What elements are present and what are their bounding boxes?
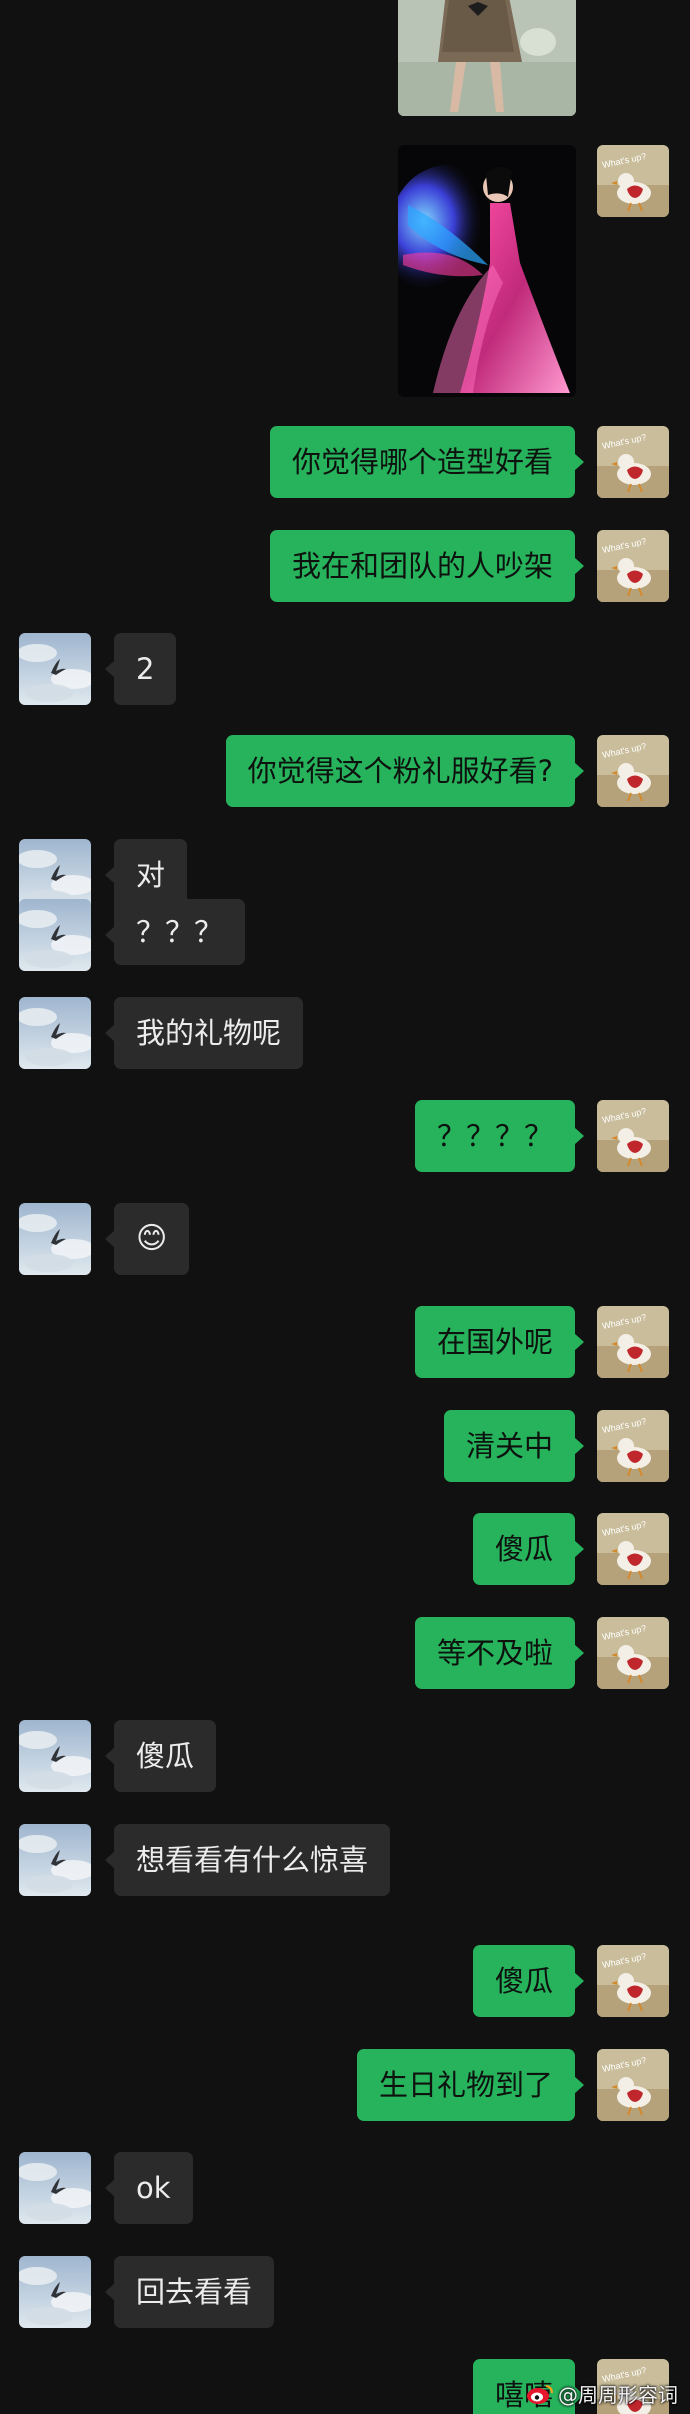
message-bubble[interactable]: 等不及啦: [414, 1617, 585, 1689]
message-bubble[interactable]: 傻瓜: [104, 1720, 217, 1792]
photo-woman-plaid-dress: [398, 0, 576, 116]
chat-area[interactable]: 你觉得哪个造型好看 我在和团队的人吵架 2 你觉得这个粉礼服好看? 对 ？？？ …: [0, 0, 690, 2414]
message-row-other: 傻瓜: [0, 1720, 690, 1792]
message-bubble[interactable]: 2: [104, 633, 177, 705]
avatar-duck-whats-up-icon: [597, 145, 669, 217]
avatar-other[interactable]: [19, 899, 91, 971]
message-row-me: 你觉得这个粉礼服好看?: [0, 735, 690, 807]
avatar-me[interactable]: [597, 1617, 669, 1689]
message-row-me: 在国外呢: [0, 1306, 690, 1378]
image-message[interactable]: [398, 0, 576, 116]
message-row-me: 你觉得哪个造型好看: [0, 426, 690, 498]
avatar-sky-bird-icon: [19, 2152, 91, 2224]
avatar-duck-whats-up-icon: [597, 1513, 669, 1585]
message-bubble[interactable]: 你觉得这个粉礼服好看?: [225, 735, 585, 807]
avatar-other[interactable]: [19, 1203, 91, 1275]
avatar-me[interactable]: [597, 145, 669, 217]
message-row-me: 我在和团队的人吵架: [0, 530, 690, 602]
avatar-duck-whats-up-icon: [597, 1617, 669, 1689]
message-bubble[interactable]: 清关中: [443, 1410, 585, 1482]
avatar-sky-bird-icon: [19, 1203, 91, 1275]
message-row-me: [0, 145, 690, 397]
avatar-me[interactable]: [597, 735, 669, 807]
message-bubble[interactable]: 傻瓜: [472, 1513, 585, 1585]
message-row-other: 回去看看: [0, 2256, 690, 2328]
avatar-sky-bird-icon: [19, 997, 91, 1069]
message-bubble[interactable]: ？？？: [104, 899, 246, 965]
message-bubble[interactable]: 你觉得哪个造型好看: [269, 426, 585, 498]
avatar-sky-bird-icon: [19, 1720, 91, 1792]
message-bubble[interactable]: 生日礼物到了: [356, 2049, 585, 2121]
avatar-duck-whats-up-icon: [597, 530, 669, 602]
avatar-sky-bird-icon: [19, 2256, 91, 2328]
avatar-other[interactable]: [19, 633, 91, 705]
message-row-other: ok: [0, 2152, 690, 2224]
avatar-me[interactable]: [597, 530, 669, 602]
avatar-duck-whats-up-icon: [597, 735, 669, 807]
message-row-other: 2: [0, 633, 690, 705]
photo-woman-glowing-gown: [398, 145, 576, 397]
avatar-duck-whats-up-icon: [597, 426, 669, 498]
message-row-other: 😊: [0, 1203, 690, 1275]
message-row-other: 想看看有什么惊喜: [0, 1824, 690, 1896]
message-row-me: 傻瓜: [0, 1513, 690, 1585]
message-bubble[interactable]: ok: [105, 2152, 193, 2224]
avatar-other[interactable]: [19, 2152, 91, 2224]
weibo-watermark: @周周形容词: [526, 2379, 678, 2408]
message-bubble[interactable]: 在国外呢: [414, 1306, 585, 1378]
avatar-duck-whats-up-icon: [597, 1945, 669, 2017]
message-row-me: ？？？？: [0, 1100, 690, 1172]
avatar-other[interactable]: [19, 2256, 91, 2328]
avatar-sky-bird-icon: [19, 1824, 91, 1896]
avatar-me[interactable]: [597, 1306, 669, 1378]
message-bubble[interactable]: 回去看看: [104, 2256, 275, 2328]
avatar-me[interactable]: [597, 1513, 669, 1585]
avatar-me[interactable]: [597, 2049, 669, 2121]
image-message[interactable]: [398, 145, 576, 397]
message-row-me: 清关中: [0, 1410, 690, 1482]
message-bubble[interactable]: 我的礼物呢: [104, 997, 304, 1069]
message-row-other: 我的礼物呢: [0, 997, 690, 1069]
avatar-duck-whats-up-icon: [597, 1306, 669, 1378]
message-row-me: [0, 0, 690, 120]
avatar-other[interactable]: [19, 997, 91, 1069]
avatar-me[interactable]: [597, 1410, 669, 1482]
message-row-other: ？？？: [0, 899, 690, 971]
avatar-other[interactable]: [19, 1824, 91, 1896]
message-bubble[interactable]: ？？？？: [414, 1100, 585, 1172]
avatar-sky-bird-icon: [19, 633, 91, 705]
avatar-duck-whats-up-icon: [597, 2049, 669, 2121]
message-bubble[interactable]: 想看看有什么惊喜: [104, 1824, 391, 1896]
message-bubble[interactable]: 傻瓜: [472, 1945, 585, 2017]
avatar-duck-whats-up-icon: [597, 1410, 669, 1482]
message-row-me: 傻瓜: [0, 1945, 690, 2017]
watermark-text: @周周形容词: [558, 2383, 678, 2407]
avatar-sky-bird-icon: [19, 899, 91, 971]
weibo-logo-icon: [527, 2384, 553, 2404]
emoji-message[interactable]: 😊: [104, 1203, 190, 1275]
avatar-duck-whats-up-icon: [597, 1100, 669, 1172]
avatar-me[interactable]: [597, 426, 669, 498]
avatar-me[interactable]: [597, 1100, 669, 1172]
message-row-me: 生日礼物到了: [0, 2049, 690, 2121]
avatar-other[interactable]: [19, 1720, 91, 1792]
message-bubble[interactable]: 我在和团队的人吵架: [269, 530, 585, 602]
avatar-me[interactable]: [597, 1945, 669, 2017]
message-row-me: 等不及啦: [0, 1617, 690, 1689]
